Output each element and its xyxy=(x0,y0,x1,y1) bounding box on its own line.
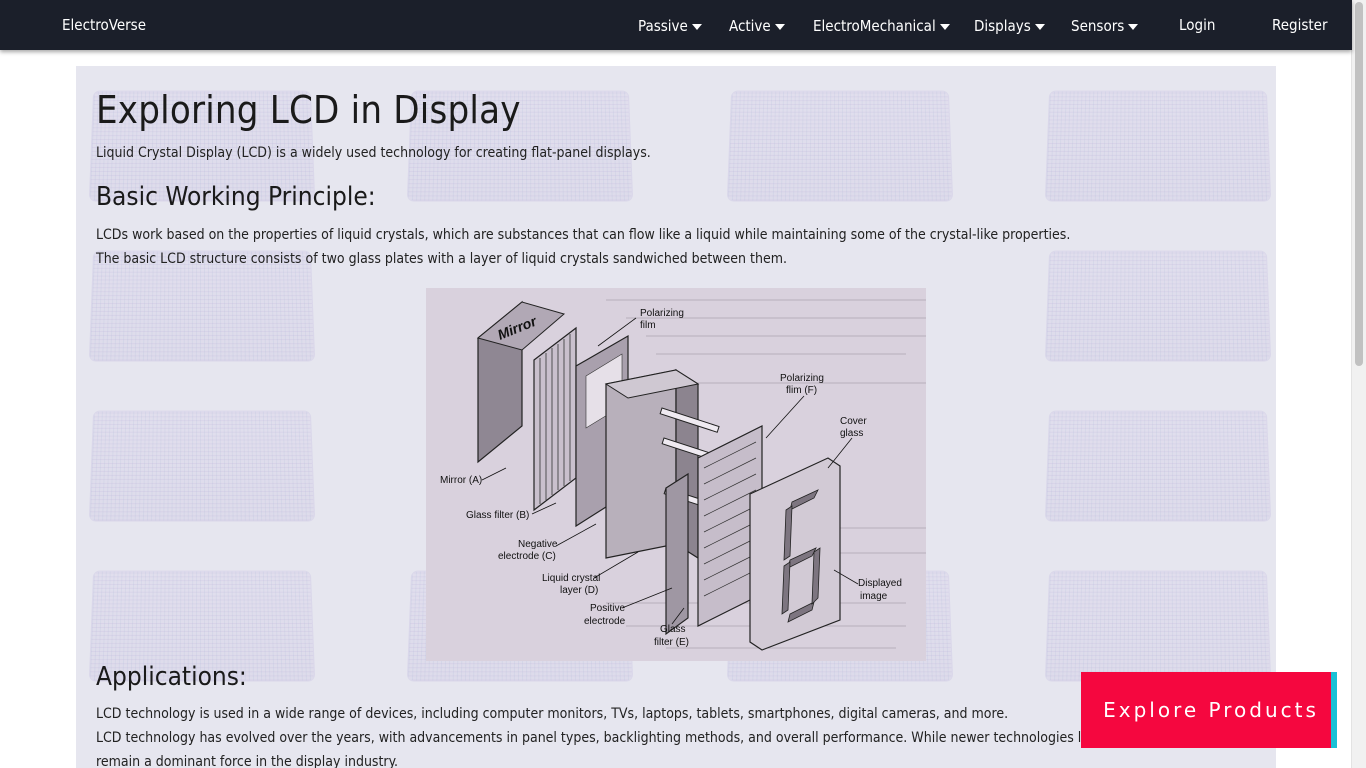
label-cover-glass-2: glass xyxy=(840,428,863,439)
intro-text: Liquid Crystal Display (LCD) is a widely… xyxy=(96,145,651,161)
label-polarizing-f-2: flim (F) xyxy=(786,385,817,396)
scrollbar-thumb[interactable] xyxy=(1355,2,1363,366)
principle-paragraph-1: LCDs work based on the properties of liq… xyxy=(96,227,1071,243)
label-positive-electrode: Positive xyxy=(590,603,625,614)
nav-displays-label: Displays xyxy=(974,17,1031,35)
label-displayed-image-2: image xyxy=(860,591,888,602)
applications-paragraph-1: LCD technology is used in a wide range o… xyxy=(96,706,1009,722)
label-glass-filter-e: Glass xyxy=(660,624,686,635)
label-polarizing-f: Polarizing xyxy=(780,373,824,384)
label-negative-electrode: Negative xyxy=(518,539,558,550)
lcd-diagram-svg: Mirror Polarizing film Polarizing flim (… xyxy=(426,288,926,661)
principle-heading: Basic Working Principle: xyxy=(96,182,376,212)
page-scrollbar[interactable] xyxy=(1351,0,1366,768)
label-glass-filter-b: Glass filter (B) xyxy=(466,510,529,521)
applications-heading: Applications: xyxy=(96,662,247,692)
article-card: Exploring LCD in Display Liquid Crystal … xyxy=(76,66,1276,768)
label-polarizing-film-2: film xyxy=(640,320,656,331)
caret-down-icon xyxy=(774,23,785,30)
nav-active-label: Active xyxy=(729,17,771,35)
nav-electromechanical-label: ElectroMechanical xyxy=(813,17,936,35)
label-negative-electrode-2: electrode (C) xyxy=(498,551,556,562)
caret-down-icon xyxy=(1034,23,1045,30)
lcd-structure-diagram: Mirror Polarizing film Polarizing flim (… xyxy=(426,288,926,661)
principle-paragraph-2: The basic LCD structure consists of two … xyxy=(96,251,787,267)
applications-paragraph-2: LCD technology has evolved over the year… xyxy=(96,730,1182,746)
nav-sensors-label: Sensors xyxy=(1071,17,1125,35)
label-lc-layer: Liquid crystal xyxy=(542,573,600,584)
nav-sensors-dropdown[interactable]: Sensors xyxy=(1071,17,1139,35)
nav-passive-label: Passive xyxy=(638,17,688,35)
label-displayed-image: Displayed xyxy=(858,578,902,589)
caret-down-icon xyxy=(1128,23,1139,30)
label-cover-glass: Cover xyxy=(840,416,867,427)
top-navbar: ElectroVerse Passive Active ElectroMecha… xyxy=(0,0,1352,50)
label-polarizing-film: Polarizing xyxy=(640,308,684,319)
label-glass-filter-e-2: filter (E) xyxy=(654,637,689,648)
nav-displays-dropdown[interactable]: Displays xyxy=(974,17,1045,35)
label-positive-electrode-2: electrode xyxy=(584,616,626,627)
caret-down-icon xyxy=(691,23,702,30)
explore-products-button[interactable]: Explore Products xyxy=(1081,672,1331,748)
caret-down-icon xyxy=(939,23,950,30)
nav-passive-dropdown[interactable]: Passive xyxy=(638,17,702,35)
nav-electromechanical-dropdown[interactable]: ElectroMechanical xyxy=(813,17,950,35)
label-mirror-a: Mirror (A) xyxy=(440,475,482,486)
page-title: Exploring LCD in Display xyxy=(96,88,521,132)
label-lc-layer-2: layer (D) xyxy=(560,585,598,596)
brand-logo-link[interactable]: ElectroVerse xyxy=(62,16,146,34)
applications-paragraph-3: remain a dominant force in the display i… xyxy=(96,754,399,768)
nav-active-dropdown[interactable]: Active xyxy=(729,17,785,35)
register-link[interactable]: Register xyxy=(1272,16,1328,34)
login-link[interactable]: Login xyxy=(1179,16,1215,34)
